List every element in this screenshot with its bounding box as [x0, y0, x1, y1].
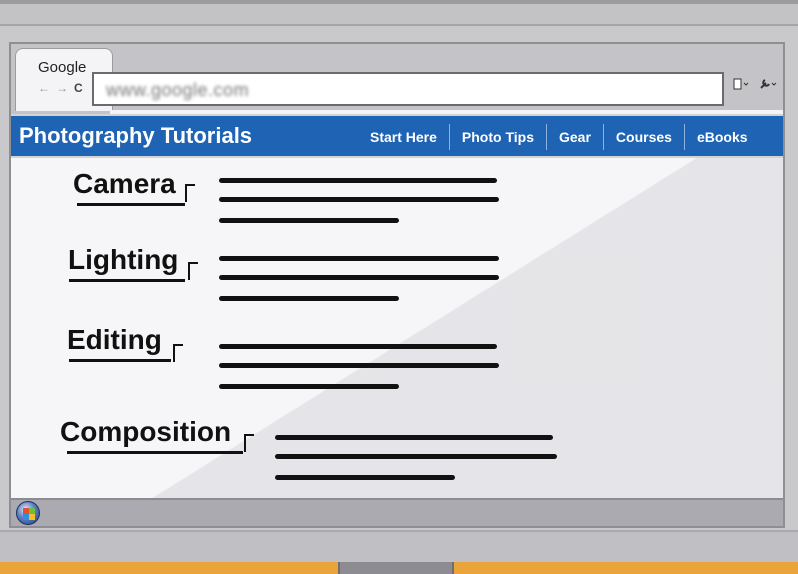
text-placeholder-line [219, 296, 399, 301]
browser-window: Google ← → C www.google.com Photography … [9, 42, 785, 528]
refresh-icon[interactable]: C [74, 81, 83, 95]
monitor-stand [338, 562, 454, 574]
site-header: Photography Tutorials Start Here Photo T… [11, 116, 783, 156]
text-cursor-mark [173, 344, 183, 362]
browser-toolbar-icons [733, 78, 779, 93]
text-cursor-mark [185, 184, 195, 202]
start-button[interactable] [16, 501, 40, 525]
section-heading[interactable]: Lighting [68, 244, 178, 276]
text-placeholder-line [219, 384, 399, 389]
text-placeholder-line [275, 475, 455, 480]
page-icon[interactable] [733, 78, 751, 93]
text-cursor-mark [244, 434, 254, 452]
text-placeholder-line [219, 256, 499, 261]
heading-underline [67, 451, 243, 454]
page-content: Camera Lighting Editing Composition [11, 158, 783, 498]
monitor-top-bezel [0, 0, 798, 26]
site-nav: Start Here Photo Tips Gear Courses eBook… [358, 124, 760, 150]
text-placeholder-line [219, 344, 497, 349]
section-heading[interactable]: Composition [60, 416, 231, 448]
text-placeholder-line [219, 218, 399, 223]
address-bar[interactable]: www.google.com [92, 72, 724, 106]
heading-underline [69, 359, 171, 362]
nav-start-here[interactable]: Start Here [358, 124, 449, 150]
text-placeholder-line [275, 435, 553, 440]
nav-courses[interactable]: Courses [602, 124, 684, 150]
heading-underline [69, 279, 185, 282]
text-placeholder-line [219, 197, 499, 202]
section-heading[interactable]: Editing [67, 324, 162, 356]
text-placeholder-line [275, 454, 557, 459]
windows-logo-icon [23, 508, 35, 520]
section-heading[interactable]: Camera [73, 168, 176, 200]
nav-gear[interactable]: Gear [546, 124, 603, 150]
heading-underline [77, 203, 185, 206]
site-title[interactable]: Photography Tutorials [19, 123, 252, 149]
monitor-bottom-bezel [0, 530, 798, 562]
text-placeholder-line [219, 275, 499, 280]
nav-ebooks[interactable]: eBooks [683, 124, 760, 150]
wrench-icon[interactable] [759, 78, 779, 93]
tab-strip-base [110, 110, 783, 114]
text-cursor-mark [188, 262, 198, 280]
nav-controls: ← → C [38, 81, 83, 95]
back-arrow-icon[interactable]: ← [38, 81, 50, 95]
text-placeholder-line [219, 363, 499, 368]
tab-title: Google [38, 59, 87, 76]
nav-photo-tips[interactable]: Photo Tips [448, 124, 546, 150]
taskbar [11, 498, 783, 526]
address-text: www.google.com [106, 80, 250, 100]
text-placeholder-line [219, 178, 497, 183]
forward-arrow-icon[interactable]: → [56, 81, 68, 95]
browser-chrome: Google ← → C www.google.com [11, 44, 783, 114]
